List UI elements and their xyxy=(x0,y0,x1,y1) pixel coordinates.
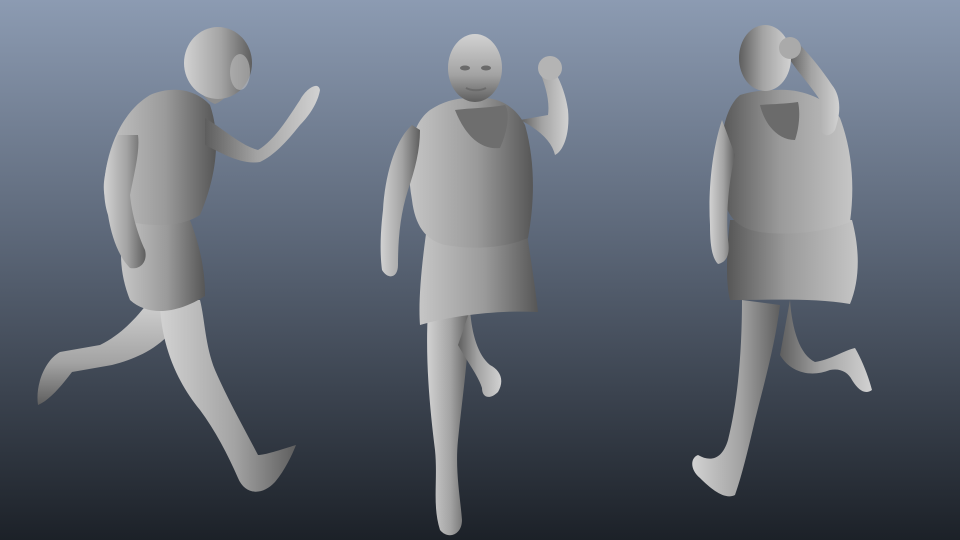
figure-3-fist xyxy=(779,37,801,59)
figure-2-head xyxy=(448,34,502,102)
figure-2-right-fist xyxy=(538,56,562,80)
figure-2-eye-right xyxy=(481,65,491,71)
render-scene xyxy=(0,0,960,540)
figure-3-head xyxy=(739,25,791,91)
3d-viewport xyxy=(0,0,960,540)
figure-2-eye-left xyxy=(460,65,470,71)
figure-1-face-shadow xyxy=(230,54,250,90)
